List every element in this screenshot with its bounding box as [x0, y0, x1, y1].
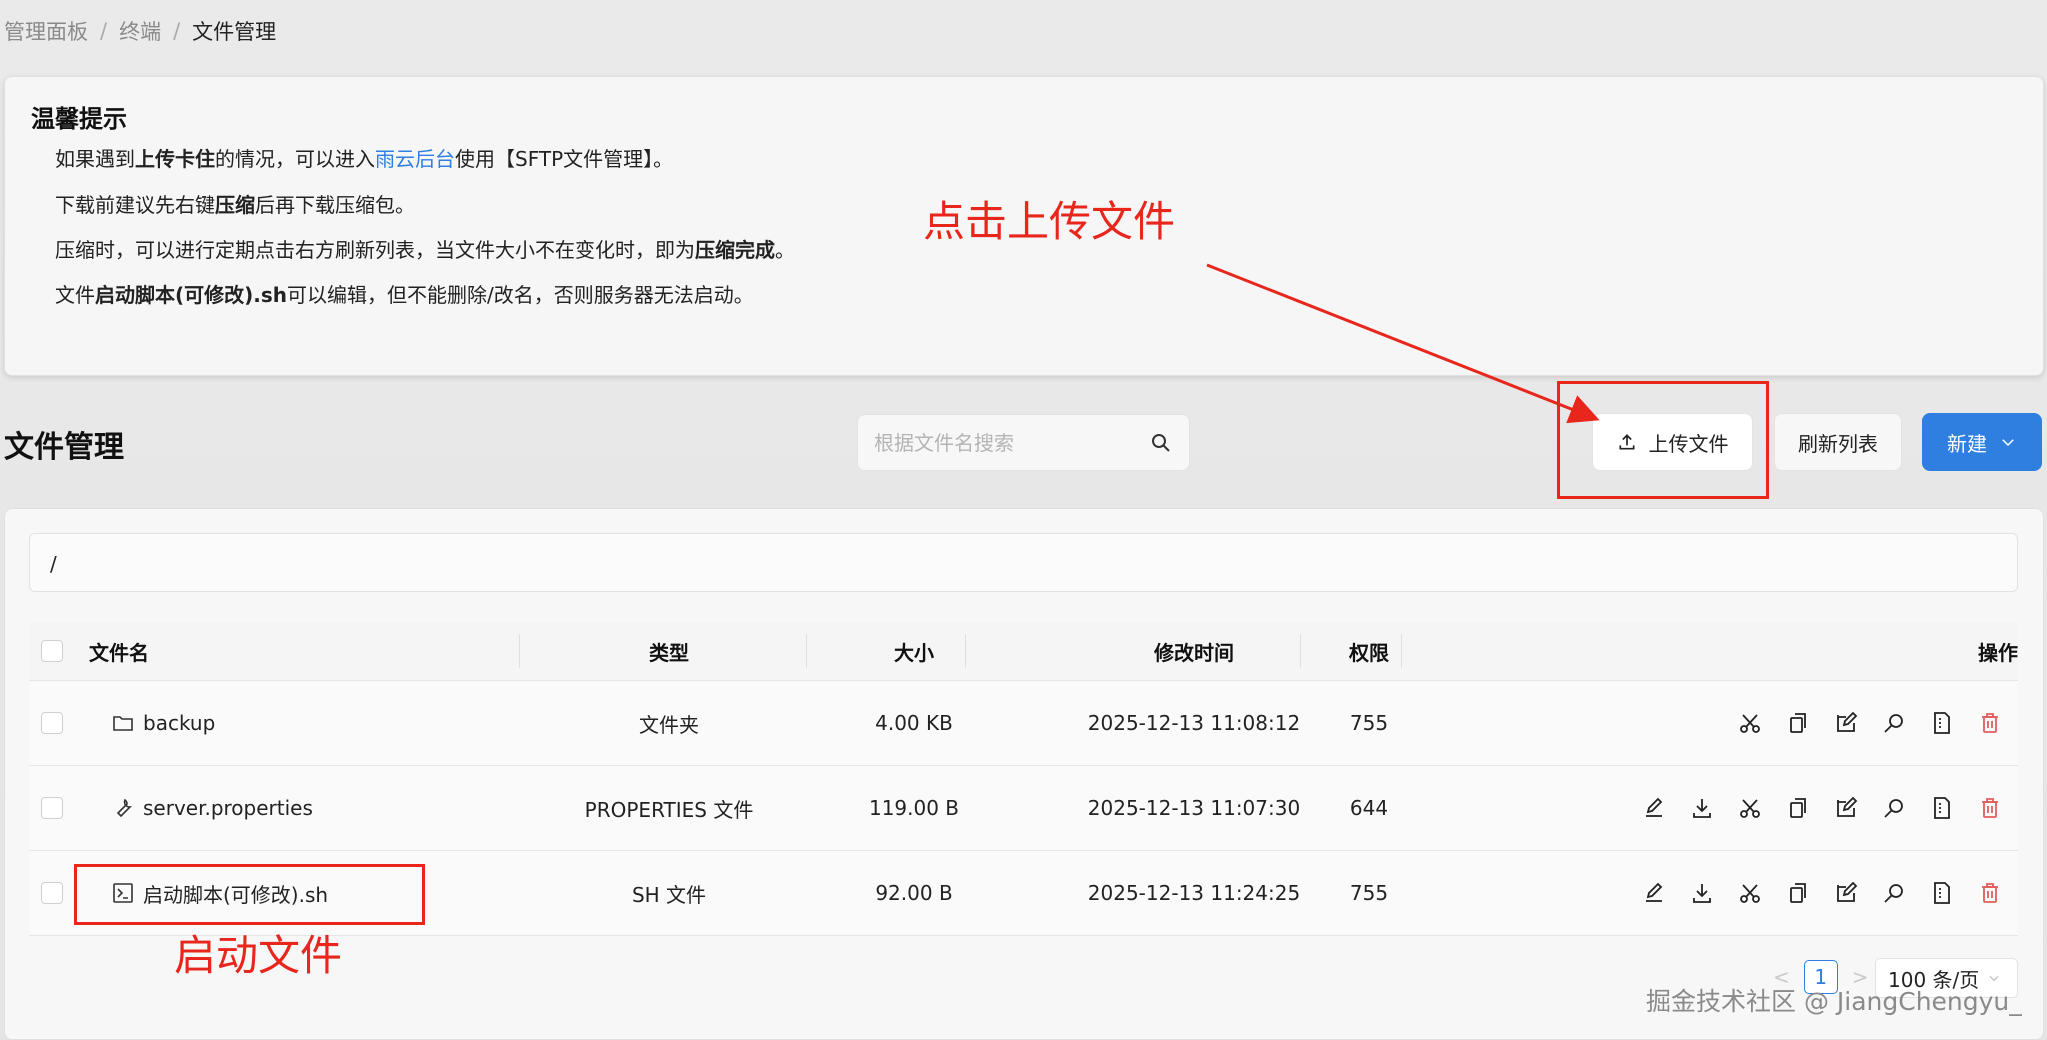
file-name-cell[interactable]: backup [111, 681, 215, 765]
column-divider [965, 634, 966, 668]
search-icon[interactable] [1149, 431, 1173, 455]
tip-line-3: 压缩时，可以进行定期点击右方刷新列表，当文件大小不在变化时，即为压缩完成。 [55, 238, 795, 262]
path-bar[interactable]: / [29, 533, 2018, 592]
cut-icon[interactable] [1738, 796, 1762, 820]
rename-icon[interactable] [1642, 796, 1666, 820]
search-file-icon[interactable] [1882, 711, 1906, 735]
file-type: PROPERTIES 文件 [584, 797, 754, 822]
row-checkbox[interactable] [41, 797, 63, 819]
refresh-list-label: 刷新列表 [1798, 431, 1878, 456]
table-row[interactable]: backup 文件夹 4.00 KB 2025-12-13 11:08:12 7… [29, 681, 2018, 766]
file-permission: 755 [1349, 881, 1389, 905]
breadcrumb-item-panel[interactable]: 管理面板 [4, 16, 88, 46]
column-divider [1401, 634, 1402, 668]
header-name[interactable]: 文件名 [89, 622, 149, 680]
download-icon[interactable] [1690, 796, 1714, 820]
select-all-checkbox[interactable] [41, 640, 63, 662]
rename-icon[interactable] [1642, 881, 1666, 905]
header-actions: 操作 [1978, 640, 2018, 665]
file-type: SH 文件 [631, 882, 707, 907]
delete-icon[interactable] [1978, 796, 2002, 820]
header-type[interactable]: 类型 [519, 622, 819, 680]
file-name: backup [143, 711, 216, 735]
file-size: 4.00 KB [875, 711, 953, 735]
annotation-start-text: 启动文件 [174, 931, 343, 980]
refresh-list-button[interactable]: 刷新列表 [1774, 413, 1902, 471]
breadcrumb-item-terminal[interactable]: 终端 [119, 16, 161, 46]
file-type: 文件夹 [639, 712, 699, 737]
tip-line-1: 如果遇到上传卡住的情况，可以进入雨云后台使用【SFTP文件管理】。 [55, 147, 674, 171]
search-file-icon[interactable] [1882, 796, 1906, 820]
row-checkbox[interactable] [41, 882, 63, 904]
breadcrumb-separator: / [100, 19, 108, 43]
tips-title: 温馨提示 [31, 105, 127, 133]
copy-icon[interactable] [1786, 881, 1810, 905]
chevron-down-icon [2002, 439, 2014, 447]
file-name: server.properties [143, 796, 313, 820]
page-title: 文件管理 [4, 430, 124, 465]
file-permission: 755 [1349, 711, 1389, 735]
copy-icon[interactable] [1786, 796, 1810, 820]
folder-icon [113, 716, 133, 731]
watermark: 掘金技术社区 @ JiangChengyu_ [1646, 987, 2022, 1016]
breadcrumb-separator: / [173, 19, 181, 43]
search-box [857, 414, 1190, 471]
row-actions [1642, 796, 2018, 820]
header-permission[interactable]: 权限 [1289, 622, 1449, 680]
annotation-start-frame [74, 864, 425, 925]
wrench-icon [116, 798, 133, 818]
file-size: 92.00 B [875, 881, 953, 905]
file-name-cell[interactable]: server.properties [111, 766, 313, 850]
download-icon[interactable] [1690, 881, 1714, 905]
file-info-icon[interactable] [1930, 711, 1954, 735]
rainyun-console-link[interactable]: 雨云后台 [375, 147, 455, 171]
new-button[interactable]: 新建 [1922, 413, 2042, 471]
file-size: 119.00 B [868, 796, 960, 820]
edit-icon[interactable] [1834, 796, 1858, 820]
search-input[interactable] [874, 430, 1149, 455]
copy-icon[interactable] [1786, 711, 1810, 735]
edit-icon[interactable] [1834, 711, 1858, 735]
file-permission: 644 [1349, 796, 1389, 820]
breadcrumb-item-files: 文件管理 [192, 20, 277, 44]
cut-icon[interactable] [1738, 881, 1762, 905]
breadcrumb: 管理面板 / 终端 / 文件管理 [4, 16, 276, 46]
table-row[interactable]: server.properties PROPERTIES 文件 119.00 B… [29, 766, 2018, 851]
row-actions [1642, 881, 2018, 905]
edit-icon[interactable] [1834, 881, 1858, 905]
search-file-icon[interactable] [1882, 881, 1906, 905]
annotation-upload-text: 点击上传文件 [923, 197, 1176, 246]
cut-icon[interactable] [1738, 711, 1762, 735]
tip-line-2: 下载前建议先右键压缩后再下载压缩包。 [55, 193, 415, 217]
file-info-icon[interactable] [1930, 881, 1954, 905]
delete-icon[interactable] [1978, 711, 2002, 735]
row-actions [1738, 711, 2018, 735]
tip-line-4: 文件启动脚本(可修改).sh可以编辑，但不能删除/改名，否则服务器无法启动。 [55, 283, 754, 307]
new-label: 新建 [1947, 431, 1987, 456]
annotation-upload-frame [1557, 381, 1769, 499]
table-header: 文件名 类型 大小 修改时间 权限 操作 [29, 622, 2018, 681]
column-divider [806, 634, 807, 668]
file-info-icon[interactable] [1930, 796, 1954, 820]
row-checkbox[interactable] [41, 712, 63, 734]
delete-icon[interactable] [1978, 881, 2002, 905]
header-size[interactable]: 大小 [814, 622, 1014, 680]
